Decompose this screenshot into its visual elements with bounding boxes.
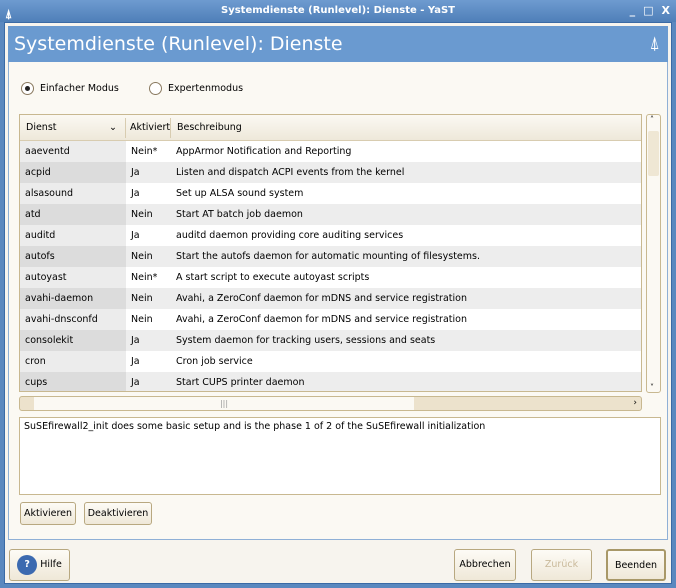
table-header: Dienst ⌄ Aktiviert Beschreibung (20, 115, 641, 141)
page-header: Systemdienste (Runlevel): Dienste ⍋ (8, 26, 668, 62)
minimize-button[interactable]: _ (630, 0, 636, 22)
service-name-cell: avahi-dnsconfd (20, 309, 126, 330)
horizontal-scrollbar[interactable]: ||| › (19, 396, 642, 411)
service-name-cell: acpid (20, 162, 126, 183)
description-cell: Set up ALSA sound system (176, 188, 304, 199)
table-row[interactable]: auditd Ja auditd daemon providing core aud… (20, 225, 641, 246)
table-row[interactable]: cron Ja Cron job service (20, 351, 641, 372)
content-area: Einfacher Modus Expertenmodus Dienst ⌄ Ak… (8, 62, 668, 540)
column-label: Dienst (26, 121, 57, 133)
description-cell: Start the autofs daemon for automatic mo… (176, 251, 480, 262)
enabled-cell: Ja (131, 188, 140, 199)
help-button[interactable]: ? Hilfe (9, 549, 70, 581)
yast-logo-icon: ⍋ (649, 33, 660, 54)
table-row[interactable]: autoyast Nein* A start script to execute a… (20, 267, 641, 288)
scroll-down-icon[interactable]: ˅ (650, 383, 654, 392)
activate-button[interactable]: Aktivieren (20, 502, 76, 525)
scroll-right-icon[interactable]: › (633, 397, 637, 410)
service-name-cell: avahi-daemon (20, 288, 126, 309)
radio-simple-mode[interactable]: Einfacher Modus (21, 82, 119, 95)
scrollbar-thumb[interactable] (648, 131, 659, 176)
help-label: Hilfe (40, 559, 62, 570)
enabled-cell: Nein (131, 314, 153, 325)
table-row[interactable]: avahi-dnsconfd Nein Avahi, a ZeroConf daem… (20, 309, 641, 330)
service-name-cell: cups (20, 372, 126, 391)
service-name-cell: autofs (20, 246, 126, 267)
table-row[interactable]: cups Ja Start CUPS printer daemon (20, 372, 641, 391)
description-cell: Avahi, a ZeroConf daemon for mDNS and se… (176, 314, 467, 325)
service-name-cell: atd (20, 204, 126, 225)
description-cell: System daemon for tracking users, sessio… (176, 335, 436, 346)
enabled-cell: Nein (131, 209, 153, 220)
maximize-button[interactable]: □ (643, 0, 653, 22)
vertical-scrollbar[interactable]: ˄ ˅ (646, 114, 661, 393)
enabled-cell: Nein* (131, 146, 158, 157)
services-table[interactable]: Dienst ⌄ Aktiviert Beschreibung aaeventd N… (19, 114, 642, 392)
enabled-cell: Nein (131, 251, 153, 262)
table-row[interactable]: consolekit Ja System daemon for tracking u… (20, 330, 641, 351)
table-row[interactable]: autofs Nein Start the autofs daemon for au… (20, 246, 641, 267)
deactivate-button[interactable]: Deaktivieren (84, 502, 152, 525)
service-description: SuSEfirewall2_init does some basic setup… (19, 417, 661, 495)
enabled-cell: Ja (131, 230, 140, 241)
service-name-cell: alsasound (20, 183, 126, 204)
enabled-cell: Nein (131, 293, 153, 304)
description-cell: Avahi, a ZeroConf daemon for mDNS and se… (176, 293, 467, 304)
help-icon: ? (17, 554, 38, 575)
service-name-cell: autoyast (20, 267, 126, 288)
description-cell: A start script to execute autoyast scrip… (176, 272, 370, 283)
service-name-cell: auditd (20, 225, 126, 246)
service-name-cell: consolekit (20, 330, 126, 351)
table-row[interactable]: atd Nein Start AT batch job daemon (20, 204, 641, 225)
description-cell: AppArmor Notification and Reporting (176, 146, 352, 157)
enabled-cell: Ja (131, 335, 140, 346)
table-row[interactable]: aaeventd Nein* AppArmor Notification and R… (20, 141, 641, 162)
description-cell: Start AT batch job daemon (176, 209, 303, 220)
window-title: Systemdienste (Runlevel): Dienste - YaST (221, 5, 455, 16)
column-header-service[interactable]: Dienst ⌄ (20, 117, 126, 138)
enabled-cell: Ja (131, 377, 140, 388)
column-header-description[interactable]: Beschreibung (171, 118, 242, 138)
service-name-cell: aaeventd (20, 141, 126, 162)
scroll-up-icon[interactable]: ˄ (650, 115, 654, 124)
radio-unchecked-icon (149, 82, 162, 95)
page-title: Systemdienste (Runlevel): Dienste (14, 33, 343, 55)
cancel-button[interactable]: Abbrechen (454, 549, 516, 581)
description-cell: Start CUPS printer daemon (176, 377, 305, 388)
table-row[interactable]: avahi-daemon Nein Avahi, a ZeroConf daemon… (20, 288, 641, 309)
finish-button[interactable]: Beenden (606, 549, 666, 581)
sort-chevron-down-icon: ⌄ (109, 121, 117, 133)
window-titlebar: ⍋ Systemdienste (Runlevel): Dienste - Ya… (0, 0, 676, 22)
radio-label: Expertenmodus (168, 83, 244, 94)
description-cell: auditd daemon providing core auditing se… (176, 230, 404, 241)
radio-checked-icon (21, 82, 34, 95)
radio-expert-mode[interactable]: Expertenmodus (149, 82, 243, 95)
scrollbar-thumb[interactable]: ||| (34, 397, 414, 410)
service-name-cell: cron (20, 351, 126, 372)
enabled-cell: Nein* (131, 272, 158, 283)
window-frame: Systemdienste (Runlevel): Dienste ⍋ Einf… (4, 22, 672, 584)
column-header-enabled[interactable]: Aktiviert (126, 117, 171, 138)
radio-label: Einfacher Modus (40, 83, 119, 94)
description-cell: Listen and dispatch ACPI events from the… (176, 167, 405, 178)
back-button[interactable]: Zurück (531, 549, 592, 581)
table-row[interactable]: acpid Ja Listen and dispatch ACPI events f… (20, 162, 641, 183)
table-row[interactable]: alsasound Ja Set up ALSA sound system (20, 183, 641, 204)
close-button[interactable]: X (662, 0, 670, 22)
description-cell: Cron job service (176, 356, 253, 367)
enabled-cell: Ja (131, 356, 140, 367)
enabled-cell: Ja (131, 167, 140, 178)
